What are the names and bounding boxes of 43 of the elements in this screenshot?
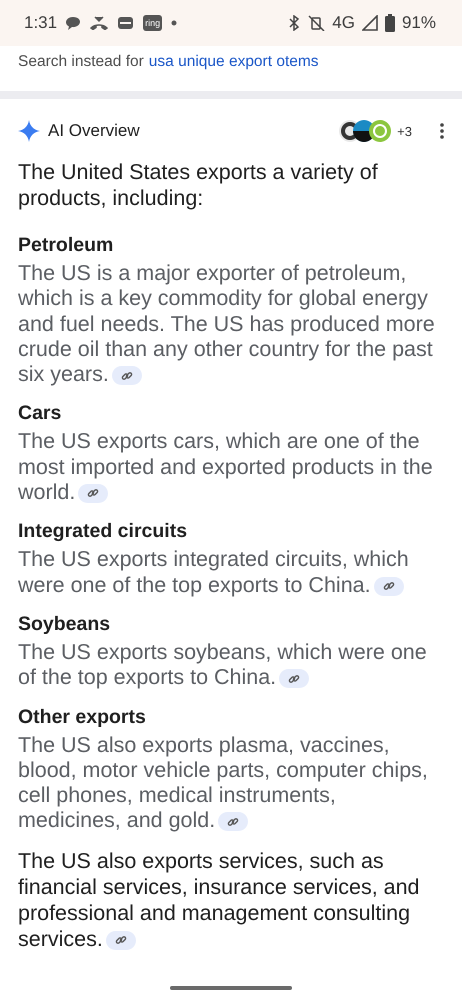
section-text: The US exports soybeans, which were one of the top exports to China. <box>18 640 428 691</box>
overview-paragraph: The US also exports services, such as financial services, insurance services, and professional and management consulting services. <box>18 848 421 952</box>
status-time: 1:31 <box>24 13 58 33</box>
section-heading: Petroleum <box>18 233 114 257</box>
link-icon <box>87 487 100 500</box>
app-badge: ring <box>143 15 162 31</box>
citation-link-button[interactable] <box>279 669 310 688</box>
link-icon <box>227 816 240 828</box>
battery-percent: 91% <box>402 13 436 33</box>
ai-overview-title: AI Overview <box>48 121 140 141</box>
section-text: The US also exports plasma, vaccines, blood, motor vehicle parts, computer chips, cell phones, medical instruments, medicines, and gold. <box>18 732 429 834</box>
notification-dot-icon <box>171 20 178 26</box>
citation-link-button[interactable] <box>106 930 136 950</box>
link-icon <box>288 672 300 685</box>
vibrate-off-icon <box>307 15 326 31</box>
section-heading: Soybeans <box>18 612 112 636</box>
search-instead-label: Search instead for <box>18 53 144 71</box>
wallet-icon <box>117 16 134 30</box>
link-icon <box>120 370 133 382</box>
missed-call-icon <box>90 16 108 30</box>
link-icon <box>382 580 395 592</box>
source-favicons[interactable]: +3 <box>338 119 412 143</box>
section-text: The US exports integrated circuits, which were one of the top exports to China. <box>18 547 410 598</box>
section-heading: Cars <box>18 401 62 426</box>
bluetooth-icon <box>288 15 300 31</box>
sparkle-icon <box>18 120 40 142</box>
section-heading: Other exports <box>18 704 147 729</box>
overview-paragraph: The United States exports a variety of products, including: <box>18 159 379 211</box>
section-heading: Integrated circuits <box>18 519 188 544</box>
network-type: 4G <box>332 13 355 33</box>
citation-link-button[interactable] <box>112 366 142 386</box>
more-options-icon[interactable] <box>440 123 444 139</box>
more-sources-count: +3 <box>397 124 412 138</box>
search-instead-link[interactable]: usa unique export otems <box>148 53 319 71</box>
section-text: The US is a major exporter of petroleum, which is a key commodity for global energy and fuel needs. The US has produced more crude oil than any other country for the past six years. <box>18 261 436 388</box>
battery-icon <box>384 14 395 32</box>
signal-icon <box>362 15 378 31</box>
citation-link-button[interactable] <box>78 484 108 503</box>
citation-link-button[interactable] <box>218 812 248 832</box>
citation-link-button[interactable] <box>374 576 404 596</box>
chat-bubble-icon <box>65 16 82 30</box>
link-icon <box>114 934 127 946</box>
section-text: The US exports cars, which are one of the most imported and exported products in the world. <box>18 429 434 506</box>
